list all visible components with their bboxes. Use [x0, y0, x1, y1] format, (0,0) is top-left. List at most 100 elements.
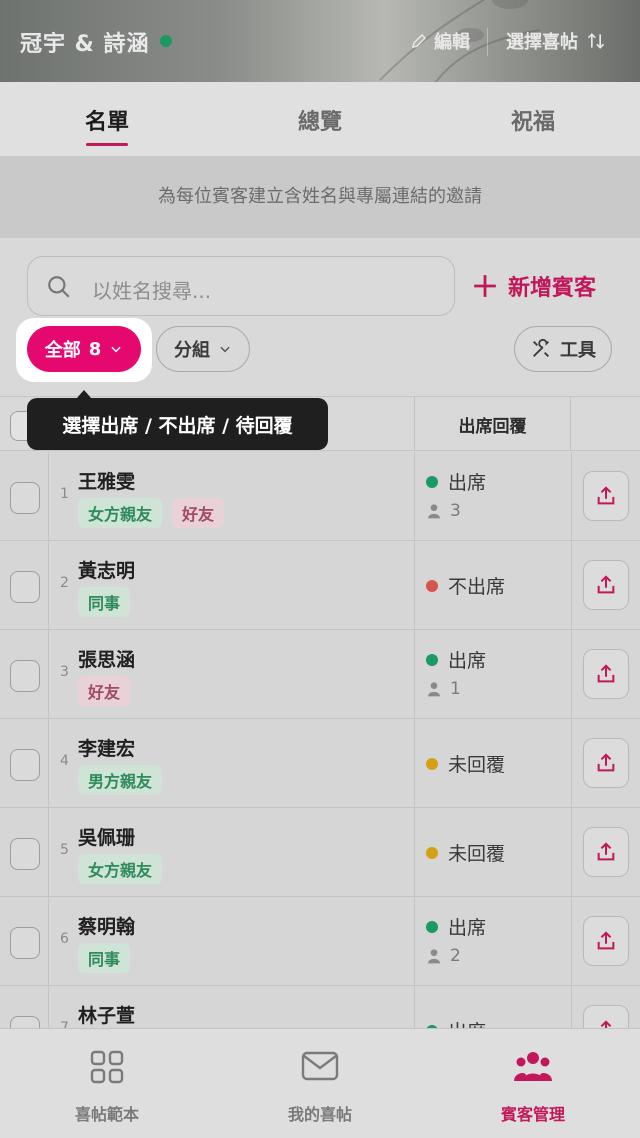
- attendee-count-value: 3: [450, 501, 461, 521]
- column-divider: [414, 452, 415, 540]
- status-dot: [426, 653, 438, 666]
- add-guest-button[interactable]: 新增賓客: [472, 270, 596, 302]
- row-checkbox[interactable]: [10, 660, 40, 692]
- edit-label: 編輯: [434, 32, 470, 53]
- row-number: 7: [60, 1020, 69, 1028]
- column-divider: [48, 719, 49, 807]
- rsvp-status-label: 未回覆: [448, 754, 506, 776]
- column-divider: [48, 630, 49, 718]
- guest-tags: 女方親友 好友: [78, 498, 225, 528]
- attendee-count: 3: [426, 501, 461, 521]
- search-icon: [48, 276, 70, 298]
- filter-all-count: 8: [88, 338, 102, 360]
- attendee-count: 1: [426, 679, 461, 699]
- share-button[interactable]: [583, 471, 629, 521]
- table-row[interactable]: 6 蔡明翰 同事 出席 2: [0, 897, 640, 986]
- status-dot: [160, 35, 172, 47]
- guest-table: 出席回覆 1 王雅雯 女方親友 好友 出席 3 2 黃志明 同事 不出席 3 張…: [0, 396, 640, 1028]
- rsvp-status[interactable]: 出席: [426, 913, 486, 940]
- tab-list[interactable]: 名單: [47, 104, 167, 136]
- share-button[interactable]: [583, 1005, 629, 1028]
- row-checkbox[interactable]: [10, 482, 40, 514]
- tools-button[interactable]: 工具: [514, 326, 612, 372]
- share-button[interactable]: [583, 827, 629, 877]
- table-row[interactable]: 4 李建宏 男方親友 未回覆: [0, 719, 640, 808]
- column-divider: [571, 808, 572, 896]
- share-button[interactable]: [583, 916, 629, 966]
- column-divider: [48, 808, 49, 896]
- info-banner-text: 為每位賓客建立含姓名與專屬連結的邀請: [158, 186, 482, 207]
- row-number: 3: [60, 664, 69, 680]
- guest-name[interactable]: 林子萱: [78, 1001, 135, 1028]
- rsvp-status-label: 未回覆: [448, 843, 506, 865]
- guest-name[interactable]: 蔡明翰: [78, 912, 135, 939]
- app-header: 冠宇 & 詩涵 編輯 選擇喜帖: [0, 0, 640, 82]
- status-dot: [426, 757, 438, 770]
- person-icon: [428, 949, 440, 964]
- rsvp-status[interactable]: 出席: [426, 468, 486, 495]
- table-row[interactable]: 7 林子萱 出席: [0, 986, 640, 1028]
- table-row[interactable]: 5 吳佩珊 女方親友 未回覆: [0, 808, 640, 897]
- guest-tags: 好友: [78, 676, 131, 706]
- nav-guest-management[interactable]: 賓客管理: [463, 1049, 603, 1125]
- column-divider: [48, 897, 49, 985]
- share-button[interactable]: [583, 738, 629, 788]
- row-number: 4: [60, 753, 69, 769]
- guest-name[interactable]: 張思涵: [78, 645, 135, 672]
- row-checkbox[interactable]: [10, 1016, 40, 1028]
- column-divider: [414, 719, 415, 807]
- tooltip: 選擇出席 / 不出席 / 待回覆: [27, 398, 328, 450]
- share-button[interactable]: [583, 649, 629, 699]
- rsvp-status-label: 出席: [448, 650, 487, 672]
- column-divider: [571, 452, 572, 540]
- row-checkbox[interactable]: [10, 927, 40, 959]
- table-row[interactable]: 2 黃志明 同事 不出席: [0, 541, 640, 630]
- filter-group-button[interactable]: 分組: [156, 326, 250, 372]
- search-placeholder: 以姓名搜尋...: [92, 279, 212, 303]
- guest-name[interactable]: 黃志明: [78, 556, 135, 583]
- person-icon: [428, 504, 440, 519]
- nav-my-invitations[interactable]: 我的喜帖: [250, 1049, 390, 1125]
- column-divider: [414, 808, 415, 896]
- guest-tags: 同事: [78, 587, 131, 617]
- guest-name[interactable]: 李建宏: [78, 734, 135, 761]
- column-divider: [48, 452, 49, 540]
- filter-all-button[interactable]: 全部 8: [27, 326, 141, 372]
- row-checkbox[interactable]: [10, 838, 40, 870]
- nav-templates[interactable]: 喜帖範本: [37, 1049, 177, 1125]
- edit-button[interactable]: 編輯: [410, 28, 470, 54]
- person-icon: [428, 682, 440, 697]
- guest-name[interactable]: 吳佩珊: [78, 823, 135, 850]
- rsvp-status-label: 出席: [448, 917, 487, 939]
- guest-tag: 女方親友: [78, 854, 163, 884]
- guest-tags: 女方親友: [78, 854, 163, 884]
- plus-icon: [474, 275, 496, 297]
- share-icon: [597, 931, 615, 950]
- rsvp-status[interactable]: 出席: [426, 646, 486, 673]
- search-input[interactable]: 以姓名搜尋...: [27, 256, 455, 316]
- rsvp-status[interactable]: 未回覆: [426, 839, 505, 866]
- guest-tag: 好友: [172, 498, 225, 528]
- filter-group-label: 分組: [174, 340, 210, 361]
- guest-tags: 同事: [78, 943, 131, 973]
- rsvp-status-label: 不出席: [448, 576, 506, 598]
- guest-name[interactable]: 王雅雯: [78, 467, 135, 494]
- column-divider: [571, 719, 572, 807]
- row-number: 6: [60, 931, 69, 947]
- row-checkbox[interactable]: [10, 571, 40, 603]
- tab-blessings[interactable]: 祝福: [473, 104, 593, 136]
- select-invitation-button[interactable]: 選擇喜帖: [506, 28, 606, 54]
- rsvp-status[interactable]: 出席: [426, 1017, 486, 1028]
- rsvp-status[interactable]: 未回覆: [426, 750, 505, 777]
- table-row[interactable]: 3 張思涵 好友 出席 1: [0, 630, 640, 719]
- attendee-count: 2: [426, 946, 461, 966]
- rsvp-status[interactable]: 不出席: [426, 572, 505, 599]
- nav-templates-label: 喜帖範本: [74, 1105, 139, 1124]
- table-row[interactable]: 1 王雅雯 女方親友 好友 出席 3: [0, 452, 640, 541]
- status-dot: [426, 579, 438, 592]
- share-button[interactable]: [583, 560, 629, 610]
- tab-overview[interactable]: 總覽: [260, 104, 380, 136]
- column-divider: [414, 986, 415, 1028]
- info-banner: 為每位賓客建立含姓名與專屬連結的邀請: [0, 156, 640, 238]
- row-checkbox[interactable]: [10, 749, 40, 781]
